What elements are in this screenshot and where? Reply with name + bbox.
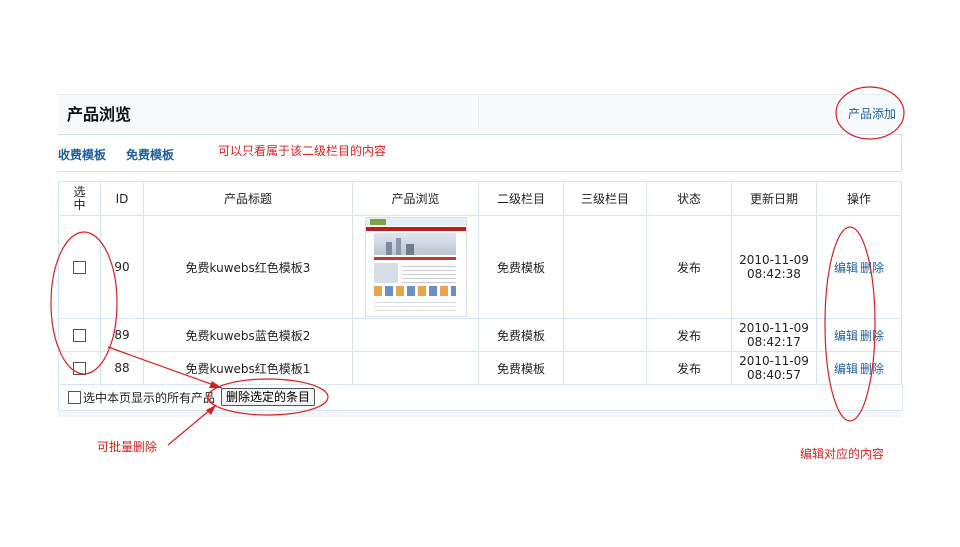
header-level2: 二级栏目 — [478, 181, 564, 216]
delete-link[interactable]: 删除 — [860, 261, 884, 275]
select-all-checkbox[interactable] — [68, 391, 81, 404]
row-id: 88 — [100, 351, 144, 385]
edit-link[interactable]: 编辑 — [834, 261, 858, 275]
annotation-edit-note: 编辑对应的内容 — [800, 447, 885, 461]
page-title: 产品浏览 — [67, 105, 132, 124]
row-status: 发布 — [646, 318, 732, 352]
delete-link[interactable]: 删除 — [860, 329, 884, 343]
row-updated: 2010-11-09 08:42:17 — [731, 318, 817, 352]
delete-link[interactable]: 删除 — [860, 362, 884, 376]
row-updated: 2010-11-09 08:40:57 — [731, 351, 817, 385]
edit-link[interactable]: 编辑 — [834, 329, 858, 343]
row-checkbox[interactable] — [73, 329, 86, 342]
row-level2: 免费模板 — [478, 318, 564, 352]
annotation-batch-note: 可批量删除 — [97, 440, 158, 454]
select-all-label: 选中本页显示的所有产品 — [83, 391, 216, 405]
row-ops: 编辑 删除 — [816, 318, 902, 352]
header-updated: 更新日期 — [731, 181, 817, 216]
header-divider — [478, 96, 479, 130]
header-level3: 三级栏目 — [563, 181, 647, 216]
row-id: 89 — [100, 318, 144, 352]
row-checkbox[interactable] — [73, 362, 86, 375]
category-bar — [58, 134, 902, 172]
category-link-free[interactable]: 免费模板 — [126, 146, 174, 163]
delete-selected-button[interactable]: 删除选定的条目 — [221, 388, 316, 406]
header-id: ID — [100, 181, 144, 216]
row-checkbox[interactable] — [73, 261, 86, 274]
row-preview — [352, 318, 479, 352]
table-header-row: 选中 ID 产品标题 产品浏览 二级栏目 三级栏目 状态 更新日期 操作 — [58, 181, 902, 216]
row-status: 发布 — [646, 351, 732, 385]
row-preview — [352, 351, 479, 385]
header-title: 产品标题 — [143, 181, 353, 216]
row-level3 — [563, 215, 647, 319]
header-preview: 产品浏览 — [352, 181, 479, 216]
header-bar — [58, 94, 901, 133]
row-level3 — [563, 318, 647, 352]
row-level2: 免费模板 — [478, 351, 564, 385]
header-select: 选中 — [58, 181, 101, 216]
table-row: 88 免费kuwebs红色模板1 免费模板 发布 2010-11-09 08:40… — [58, 351, 902, 385]
category-link-paid[interactable]: 收费模板 — [58, 146, 106, 163]
add-product-link[interactable]: 产品添加 — [848, 105, 896, 122]
header-status: 状态 — [646, 181, 732, 216]
row-updated: 2010-11-09 08:42:38 — [731, 215, 817, 319]
row-title: 免费kuwebs红色模板1 — [143, 351, 353, 385]
header-ops: 操作 — [816, 181, 902, 216]
row-ops: 编辑 删除 — [816, 351, 902, 385]
footer-strip — [58, 411, 901, 417]
row-ops: 编辑 删除 — [816, 215, 902, 319]
product-table: 选中 ID 产品标题 产品浏览 二级栏目 三级栏目 状态 更新日期 操作 90 … — [58, 181, 902, 385]
row-level3 — [563, 351, 647, 385]
table-row: 89 免费kuwebs蓝色模板2 免费模板 发布 2010-11-09 08:42… — [58, 318, 902, 352]
row-title: 免费kuwebs蓝色模板2 — [143, 318, 353, 352]
row-level2: 免费模板 — [478, 215, 564, 319]
annotation-category-note: 可以只看属于该二级栏目的内容 — [218, 144, 387, 158]
edit-link[interactable]: 编辑 — [834, 362, 858, 376]
product-thumbnail[interactable] — [364, 217, 467, 317]
table-row: 90 免费kuwebs红色模板3 免费模板 发布 2010-11-09 08:42… — [58, 215, 902, 319]
row-status: 发布 — [646, 215, 732, 319]
row-title: 免费kuwebs红色模板3 — [143, 215, 353, 319]
row-id: 90 — [100, 215, 144, 319]
